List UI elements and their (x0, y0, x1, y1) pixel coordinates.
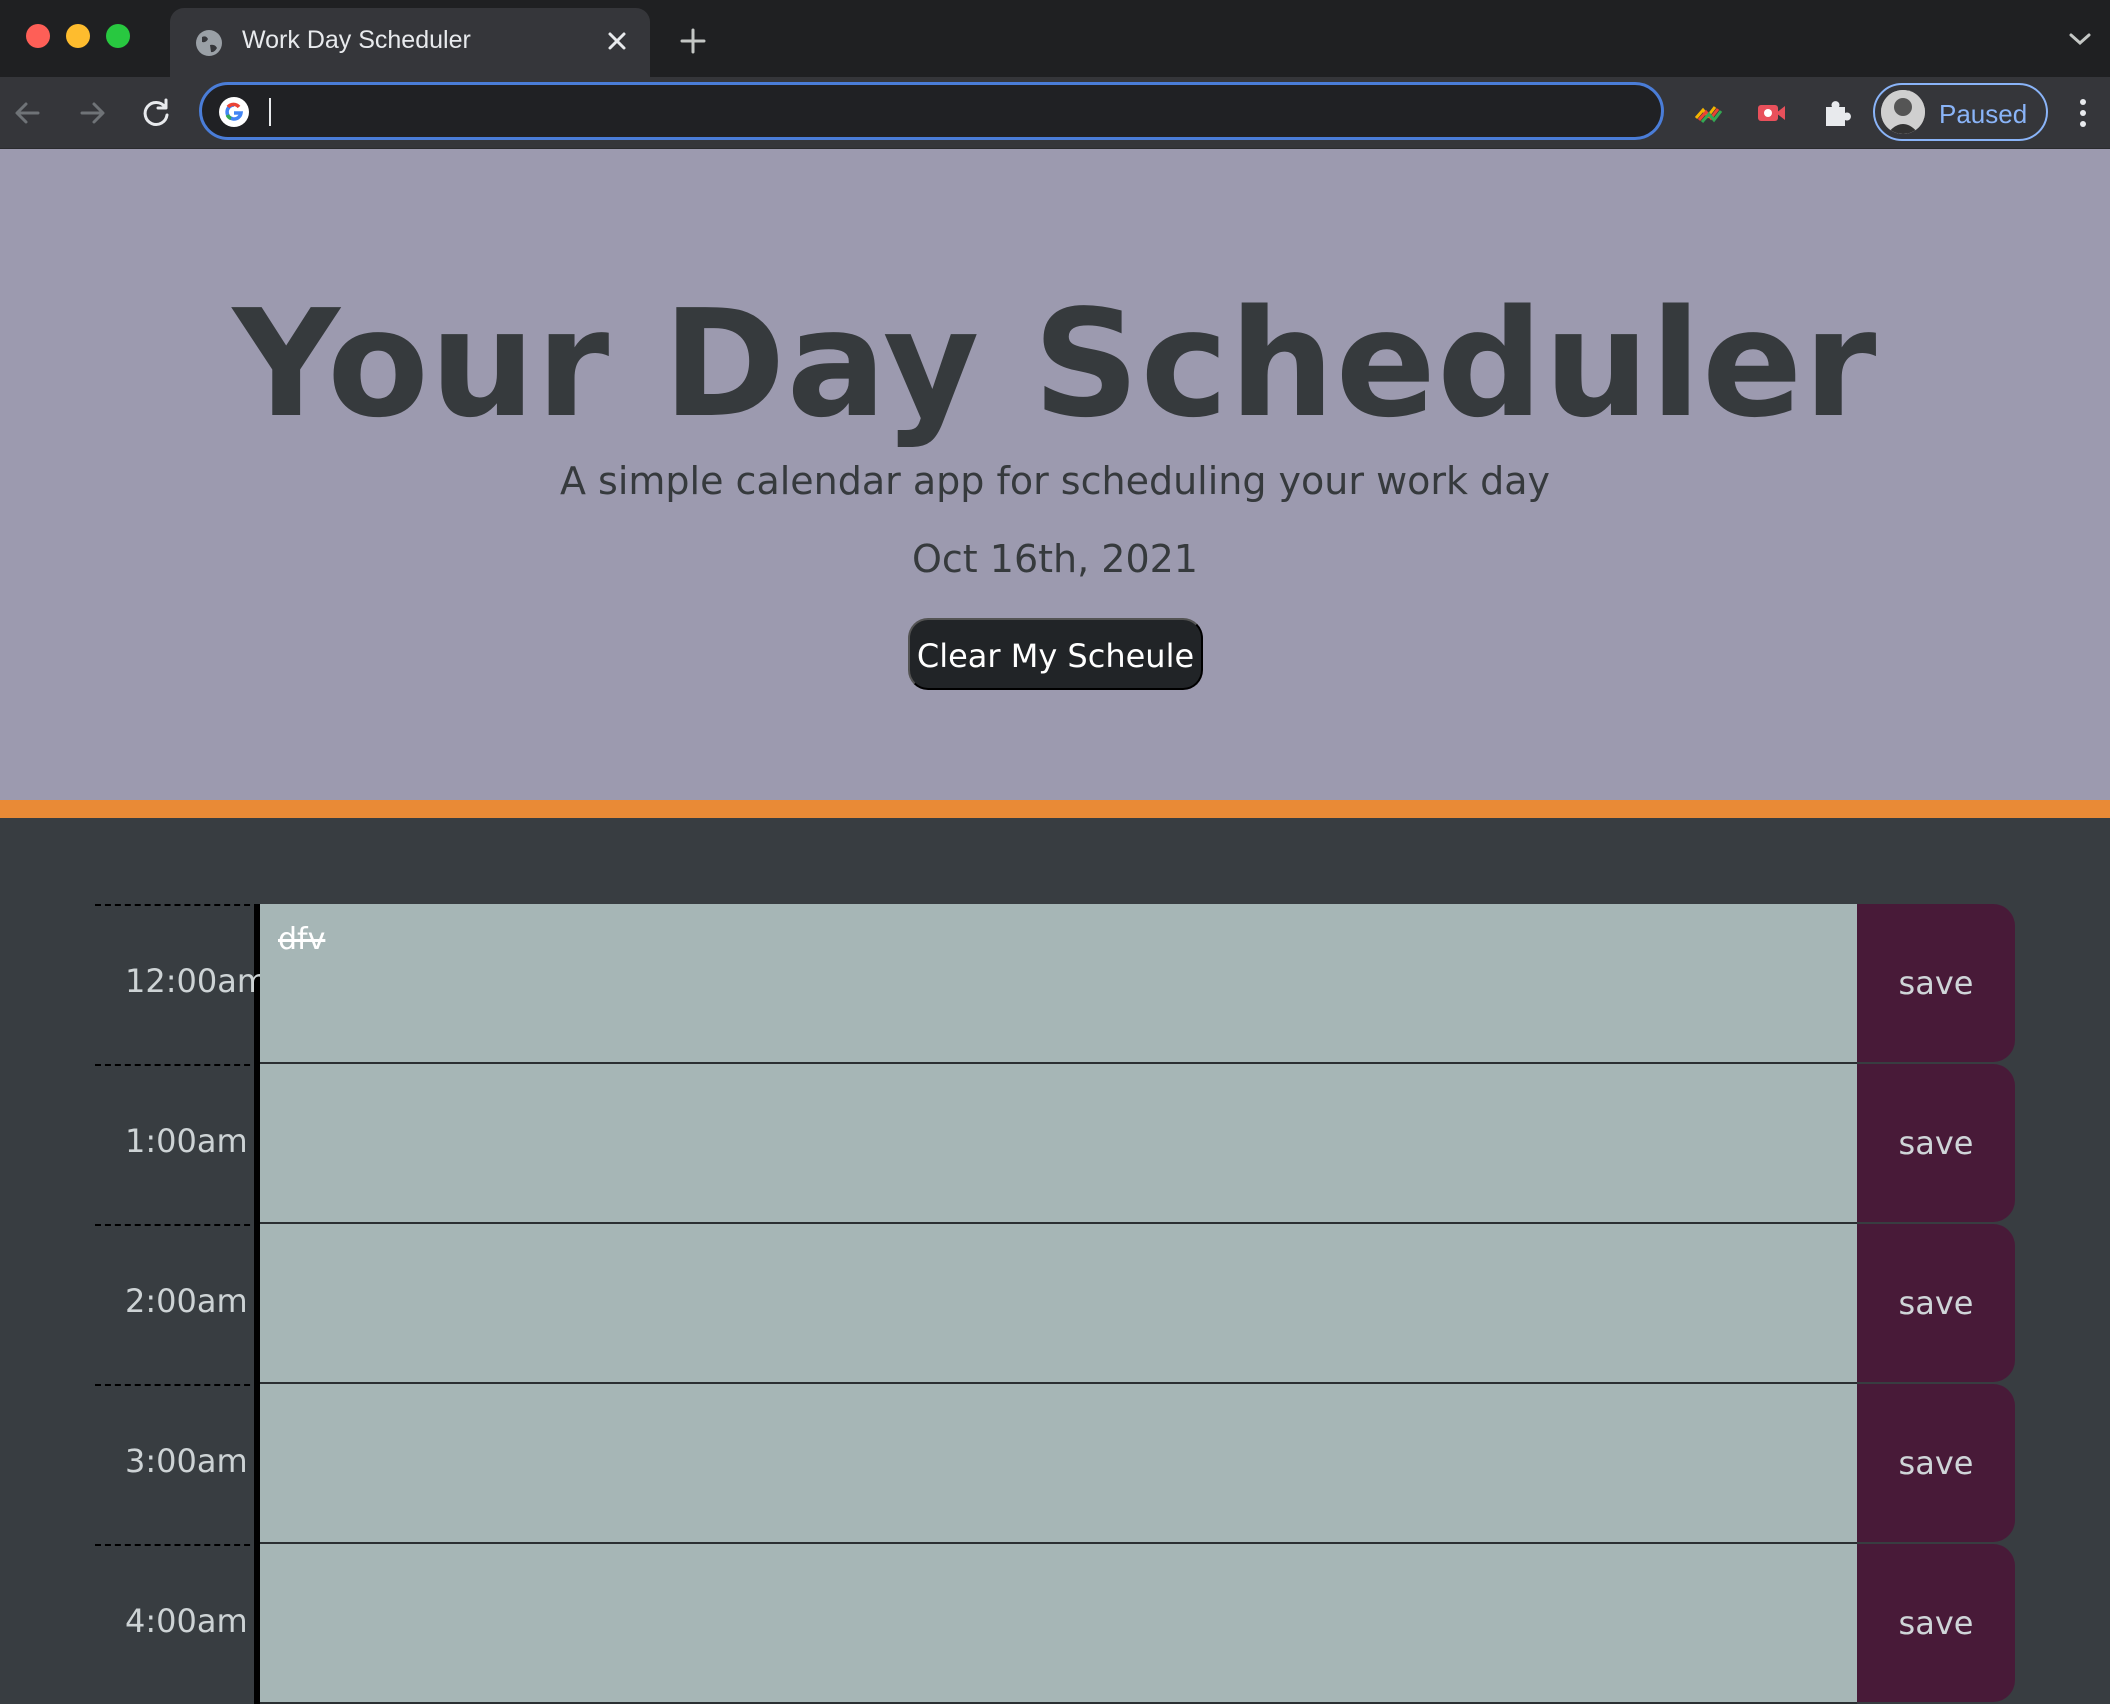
browser-toolbar: Paused (0, 77, 2110, 149)
hour-text: 2:00am (125, 1282, 248, 1320)
hour-text: 4:00am (125, 1602, 248, 1640)
address-bar[interactable] (199, 82, 1664, 140)
event-textarea[interactable]: dfv (260, 904, 1857, 1064)
page-header: Your Day Scheduler A simple calendar app… (0, 149, 2110, 818)
schedule-container: 12:00am dfv save 1:00am save 2:00am save… (0, 818, 2110, 1704)
close-tab-icon[interactable] (600, 24, 634, 58)
event-textarea[interactable] (260, 1064, 1857, 1224)
text-cursor (269, 98, 271, 126)
forward-icon[interactable] (72, 93, 112, 133)
save-button[interactable]: save (1857, 1544, 2015, 1702)
puzzle-icon[interactable] (1817, 94, 1855, 132)
hour-label: 2:00am (95, 1224, 260, 1384)
hour-label: 3:00am (95, 1384, 260, 1544)
clear-schedule-button[interactable]: Clear My Scheule (908, 618, 1203, 690)
page-subtitle: A simple calendar app for scheduling you… (559, 459, 1551, 503)
hour-text: 12:00am (125, 962, 268, 1000)
new-tab-icon[interactable] (676, 24, 710, 58)
current-date: Oct 16th, 2021 (912, 537, 1198, 581)
event-textarea[interactable] (260, 1384, 1857, 1544)
time-block-row: 2:00am save (95, 1224, 2015, 1384)
time-block-row: 12:00am dfv save (95, 904, 2015, 1064)
time-block-row: 3:00am save (95, 1384, 2015, 1544)
hour-text: 3:00am (125, 1442, 248, 1480)
save-button[interactable]: save (1857, 1224, 2015, 1382)
hour-label: 1:00am (95, 1064, 260, 1224)
browser-tab[interactable]: Work Day Scheduler (170, 8, 650, 77)
save-button[interactable]: save (1857, 1064, 2015, 1222)
close-window-button[interactable] (26, 24, 50, 48)
hour-label: 12:00am (95, 904, 268, 1064)
page-title: Your Day Scheduler (232, 278, 1878, 450)
minimize-window-button[interactable] (66, 24, 90, 48)
extension-record-icon[interactable] (1752, 94, 1790, 132)
browser-tab-bar: Work Day Scheduler (0, 0, 2110, 77)
globe-icon (196, 30, 222, 56)
google-icon (219, 97, 249, 127)
reload-icon[interactable] (136, 93, 176, 133)
extension-stripes-icon[interactable] (1690, 94, 1728, 132)
more-options-icon[interactable] (2070, 94, 2096, 132)
profile-status: Paused (1939, 99, 2028, 129)
maximize-window-button[interactable] (106, 24, 130, 48)
chevron-down-icon[interactable] (2068, 30, 2092, 48)
profile-button[interactable]: Paused (1873, 83, 2048, 141)
event-text: dfv (278, 922, 326, 957)
tab-title: Work Day Scheduler (242, 26, 471, 54)
back-icon[interactable] (8, 93, 48, 133)
avatar (1881, 90, 1925, 134)
time-block-row: 1:00am save (95, 1064, 2015, 1224)
event-textarea[interactable] (260, 1544, 1857, 1704)
time-block-row: 4:00am save (95, 1544, 2015, 1704)
event-textarea[interactable] (260, 1224, 1857, 1384)
hour-label: 4:00am (95, 1544, 260, 1704)
save-button[interactable]: save (1857, 904, 2015, 1062)
save-button[interactable]: save (1857, 1384, 2015, 1542)
hour-text: 1:00am (125, 1122, 248, 1160)
user-photo-icon (1881, 90, 1925, 134)
